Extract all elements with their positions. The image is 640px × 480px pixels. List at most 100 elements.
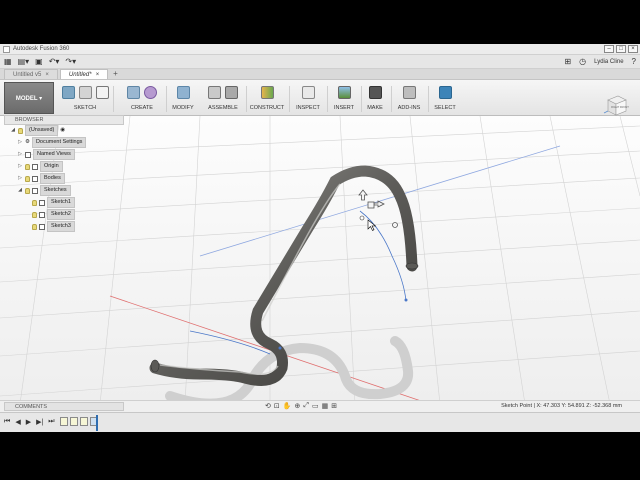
browser-item-named-views[interactable]: ▷ Named Views [17, 149, 75, 160]
timeline-feature-sketch[interactable] [60, 417, 68, 426]
browser-item-sketch3[interactable]: Sketch3 [32, 221, 75, 232]
zoom-icon[interactable]: ⊕ [294, 402, 300, 410]
folder-icon [32, 175, 38, 182]
select-arrow-icon[interactable] [438, 85, 452, 99]
insert-image-icon[interactable] [337, 85, 351, 99]
scripts-icon[interactable] [402, 85, 416, 99]
timeline-play-icon[interactable]: ▶ [26, 418, 31, 426]
measure-icon[interactable] [301, 85, 315, 99]
visibility-bulb-icon[interactable] [32, 223, 37, 230]
browser-panel-header[interactable]: BROWSER [4, 115, 124, 125]
modify-group[interactable]: MODIFY [168, 83, 198, 115]
grid-settings-icon[interactable]: ▦ [322, 402, 329, 410]
select-group[interactable]: SELECT [430, 83, 460, 115]
offset-plane-icon[interactable] [260, 85, 274, 99]
timeline-marker[interactable] [96, 415, 98, 431]
expand-triangle-icon[interactable]: ▷ [17, 174, 23, 183]
display-settings-icon[interactable]: ▭ [312, 402, 319, 410]
timeline-feature-sketch[interactable] [70, 417, 78, 426]
folder-icon [25, 151, 31, 158]
browser-root[interactable]: ◢ (Unsaved) ◉ [10, 125, 65, 136]
user-account-button[interactable]: Lydia Cline [594, 59, 623, 65]
visibility-bulb-icon[interactable] [25, 187, 30, 194]
data-panel-grid-icon[interactable]: ▦ [4, 57, 12, 66]
comments-panel-header[interactable]: COMMENTS [4, 402, 124, 411]
redo-icon[interactable]: ↷▾ [65, 57, 76, 66]
browser-item-label: Named Views [33, 149, 75, 160]
visibility-bulb-icon[interactable] [25, 163, 30, 170]
browser-item-bodies[interactable]: ▷ Bodies [17, 173, 65, 184]
fusion-app-window: Autodesk Fusion 360 – □ × ▦ ▤▾ ▣ ↶▾ ↷▾ ⊞… [0, 44, 640, 432]
sketch-group[interactable]: SKETCH [60, 83, 110, 115]
joint-icon[interactable] [225, 85, 238, 99]
insert-group[interactable]: INSERT [329, 83, 359, 115]
expand-triangle-icon[interactable]: ▷ [17, 162, 23, 171]
form-icon[interactable] [144, 85, 157, 99]
close-tab-icon[interactable]: × [96, 70, 100, 80]
timeline-back-icon[interactable]: ◀ [15, 418, 20, 426]
create-sketch-icon[interactable] [61, 85, 75, 99]
browser-item-label: Document Settings [31, 137, 87, 148]
browser-item-sketches[interactable]: ◢ Sketches [17, 185, 71, 196]
orbit-icon[interactable]: ⟲ [265, 402, 271, 410]
visibility-bulb-icon[interactable] [25, 175, 30, 182]
timeline-start-icon[interactable]: ⏮ [4, 418, 10, 426]
move-gizmo[interactable] [358, 189, 398, 228]
create-group[interactable]: CREATE [118, 83, 166, 115]
extrude-icon[interactable] [127, 85, 140, 99]
job-status-icon[interactable]: ⊞ [564, 57, 571, 66]
pan-icon[interactable]: ✋ [283, 402, 292, 410]
tab-untitled[interactable]: Untitled* × [59, 69, 109, 80]
inspect-group[interactable]: INSPECT [292, 83, 324, 115]
expand-triangle-icon[interactable]: ▷ [17, 150, 23, 159]
look-at-icon[interactable]: ⊡ [274, 402, 280, 410]
3d-print-icon[interactable] [368, 85, 382, 99]
undo-icon[interactable]: ↶▾ [49, 57, 60, 66]
visibility-bulb-icon[interactable] [32, 199, 37, 206]
viewcube-widget[interactable]: RIGHT FRONT [602, 91, 630, 119]
scene-svg [0, 115, 640, 409]
save-icon[interactable]: ▣ [35, 57, 43, 66]
construct-menu-label: CONSTRUCT [249, 105, 285, 111]
timeline-forward-icon[interactable]: ▶| [36, 418, 43, 426]
viewports-icon[interactable]: ⊞ [331, 402, 337, 410]
workspace-switcher[interactable]: MODEL ▾ [4, 82, 54, 114]
clock-icon[interactable]: ◷ [579, 57, 586, 66]
line-icon[interactable] [78, 85, 92, 99]
expand-triangle-icon[interactable]: ▷ [17, 138, 23, 147]
visibility-bulb-icon[interactable] [32, 211, 37, 218]
browser-item-origin[interactable]: ▷ Origin [17, 161, 63, 172]
close-button[interactable]: × [628, 45, 638, 53]
press-pull-icon[interactable] [176, 85, 190, 99]
make-group[interactable]: MAKE [362, 83, 388, 115]
3d-viewport-canvas[interactable] [0, 115, 640, 409]
help-icon[interactable]: ? [632, 57, 636, 66]
browser-item-sketch1[interactable]: Sketch1 [32, 197, 75, 208]
assemble-group[interactable]: ASSEMBLE [202, 83, 244, 115]
timeline-feature-sketch[interactable] [80, 417, 88, 426]
new-tab-plus-icon[interactable]: + [110, 69, 121, 79]
comments-header-label: COMMENTS [15, 404, 48, 410]
maximize-button[interactable]: □ [616, 45, 626, 53]
construct-group[interactable]: CONSTRUCT [248, 83, 286, 115]
rectangle-icon[interactable] [95, 85, 109, 99]
browser-item-document-settings[interactable]: ▷ ⚙ Document Settings [17, 137, 87, 148]
status-bar: COMMENTS ⟲ ⊡ ✋ ⊕ ⤢ ▭ ▦ ⊞ Sketch Point | … [0, 400, 640, 412]
activate-radio-icon[interactable]: ◉ [60, 126, 65, 135]
sketch-point [359, 215, 365, 221]
tab-untitled-v5[interactable]: Untitled v5 × [4, 69, 58, 79]
fit-icon[interactable]: ⤢ [303, 402, 309, 410]
expand-triangle-icon[interactable]: ◢ [10, 126, 16, 135]
minimize-button[interactable]: – [604, 45, 614, 53]
browser-item-sketch2[interactable]: Sketch2 [32, 209, 75, 220]
viewcube-face-label: RIGHT FRONT [611, 105, 629, 109]
file-menu-icon[interactable]: ▤▾ [18, 57, 30, 66]
visibility-bulb-icon[interactable] [18, 127, 23, 134]
close-tab-icon[interactable]: × [45, 70, 49, 80]
ribbon-divider [166, 86, 167, 112]
browser-item-label: Origin [40, 161, 63, 172]
new-component-icon[interactable] [208, 85, 221, 99]
timeline-end-icon[interactable]: ⏭ [48, 418, 54, 426]
expand-triangle-icon[interactable]: ◢ [17, 186, 23, 195]
add-ins-group[interactable]: ADD-INS [392, 83, 426, 115]
